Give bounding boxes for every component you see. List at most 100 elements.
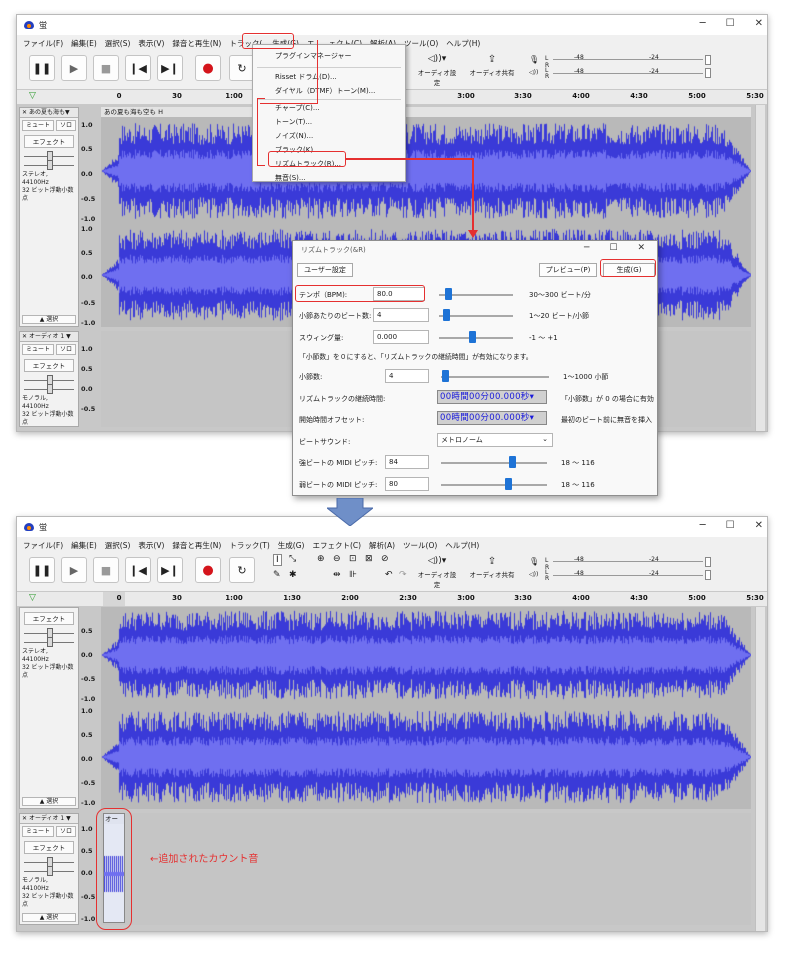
preview-button[interactable]: プレビュー(P)	[539, 263, 597, 277]
duration-time-control[interactable]: 00時間00分00.000秒▾	[437, 390, 547, 404]
timeline-ruler-2[interactable]: ▽ 0 30 1:00 1:30 2:00 2:30 3:00 3:30 4:0…	[17, 591, 767, 607]
effects-button-2[interactable]: エフェクト	[24, 359, 74, 372]
redo-icon[interactable]: ↷	[399, 570, 407, 580]
multi-tool-icon[interactable]: ✱	[289, 570, 297, 580]
waveform-track-1b[interactable]	[101, 607, 751, 809]
bars-slider-thumb[interactable]	[442, 370, 449, 382]
gain-slider-2b[interactable]	[24, 857, 74, 867]
play-button-2[interactable]: ▶	[61, 557, 87, 583]
envelope-tool-icon[interactable]: ⤡	[289, 554, 296, 564]
pause-button-2[interactable]: ❚❚	[29, 557, 55, 583]
skip-to-end-button[interactable]: ▶❙	[157, 55, 183, 81]
solo-button-2[interactable]: ソロ	[56, 344, 76, 355]
share-audio-button[interactable]: ⇪ オーディオ共有	[469, 54, 515, 77]
record-button-2[interactable]: ●	[195, 557, 221, 583]
menu-item-tone[interactable]: トーン(T)...	[275, 117, 312, 127]
pan-slider-2[interactable]	[24, 384, 74, 394]
close-button[interactable]: ✕	[755, 18, 763, 29]
beats-slider[interactable]	[439, 315, 513, 317]
weak-pitch-slider[interactable]	[441, 484, 547, 486]
menu-help[interactable]: ヘルプ(H)	[446, 38, 480, 49]
menu-file[interactable]: ファイル(F)	[23, 38, 63, 49]
track-name-menu-2b[interactable]: ✕ オーディオ 1 ▼	[20, 814, 78, 824]
stop-button-2[interactable]: ■	[93, 557, 119, 583]
track-name-menu-2[interactable]: ✕ オーディオ 1 ▼	[20, 332, 78, 342]
loop-button-2[interactable]: ↻	[229, 557, 255, 583]
mute-button[interactable]: ミュート	[22, 120, 54, 131]
menu-item-silence[interactable]: 無音(S)...	[275, 173, 306, 183]
vertical-scrollbar-2[interactable]	[755, 607, 765, 931]
strong-pitch-slider[interactable]	[441, 462, 547, 464]
selection-tool-icon[interactable]: I	[273, 554, 282, 566]
zoom-in-icon[interactable]: ⊕	[317, 554, 325, 564]
mute-button-2b[interactable]: ミュート	[22, 826, 54, 837]
user-settings-button[interactable]: ユーザー設定	[297, 263, 353, 277]
track-name-menu[interactable]: ✕ あの夏も海も▼	[20, 108, 78, 118]
swing-input[interactable]: 0.000	[373, 330, 429, 344]
dialog-close-button[interactable]: ✕	[637, 243, 645, 253]
select-button[interactable]: ▲ 選択	[22, 315, 76, 324]
menu-item-chirp[interactable]: チャープ(C)...	[275, 103, 320, 113]
weak-pitch-input[interactable]: 80	[385, 477, 429, 491]
mute-button-2[interactable]: ミュート	[22, 344, 54, 355]
draw-tool-icon[interactable]: ✎	[273, 570, 281, 580]
menu-select[interactable]: 選択(S)	[105, 38, 131, 49]
pan-slider-2b[interactable]	[24, 866, 74, 876]
maximize-button-2[interactable]: ☐	[726, 520, 735, 531]
pause-button[interactable]: ❚❚	[29, 55, 55, 81]
skip-to-start-button[interactable]: ❙◀	[125, 55, 151, 81]
select-button-1b[interactable]: ▲ 選択	[22, 797, 76, 806]
undo-icon[interactable]: ↶	[385, 570, 393, 580]
strong-pitch-input[interactable]: 84	[385, 455, 429, 469]
dialog-minimize-button[interactable]: ─	[584, 243, 589, 253]
gain-slider[interactable]	[24, 151, 74, 161]
beats-slider-thumb[interactable]	[443, 309, 450, 321]
share-audio-button-2[interactable]: ⇪ オーディオ共有	[469, 556, 515, 579]
minimize-button-2[interactable]: ─	[700, 520, 706, 531]
maximize-button[interactable]: ☐	[726, 18, 735, 29]
swing-slider[interactable]	[439, 337, 513, 339]
menu-view[interactable]: 表示(V)	[138, 38, 164, 49]
trim-icon[interactable]: ⇹	[333, 570, 341, 580]
bars-slider[interactable]	[441, 376, 549, 378]
strong-pitch-slider-thumb[interactable]	[509, 456, 516, 468]
play-button[interactable]: ▶	[61, 55, 87, 81]
stop-button[interactable]: ■	[93, 55, 119, 81]
clip-name[interactable]: あの夏も海も空も H	[101, 107, 751, 117]
zoom-out-icon[interactable]: ⊖	[333, 554, 341, 564]
solo-button[interactable]: ソロ	[56, 120, 76, 131]
gain-slider-2[interactable]	[24, 375, 74, 385]
effects-button[interactable]: エフェクト	[24, 135, 74, 148]
close-button-2[interactable]: ✕	[755, 520, 763, 531]
beats-input[interactable]: 4	[373, 308, 429, 322]
swing-slider-thumb[interactable]	[469, 331, 476, 343]
select-button-2b[interactable]: ▲ 選択	[22, 913, 76, 922]
audio-setup-button-2[interactable]: ◁))▾ オーディオ設定	[415, 556, 459, 589]
pan-slider[interactable]	[24, 160, 74, 170]
dialog-maximize-button[interactable]: ☐	[609, 243, 617, 253]
bars-input[interactable]: 4	[385, 369, 429, 383]
weak-pitch-slider-thumb[interactable]	[505, 478, 512, 490]
fit-project-icon[interactable]: ⊠	[365, 554, 373, 564]
menu-item-noise[interactable]: ノイズ(N)...	[275, 131, 313, 141]
pan-slider-1b[interactable]	[24, 637, 74, 647]
skip-to-end-button-2[interactable]: ▶❙	[157, 557, 183, 583]
effects-button-1b[interactable]: エフェクト	[24, 612, 74, 625]
play-head-triangle-2[interactable]: ▽	[29, 593, 36, 603]
gain-slider-1b[interactable]	[24, 628, 74, 638]
play-head-triangle[interactable]: ▽	[29, 91, 36, 101]
menu-tools[interactable]: ツール(O)	[404, 38, 438, 49]
fit-selection-icon[interactable]: ⊡	[349, 554, 357, 564]
record-button[interactable]: ●	[195, 55, 221, 81]
menu-edit[interactable]: 編集(E)	[71, 38, 97, 49]
solo-button-2b[interactable]: ソロ	[56, 826, 76, 837]
menu-transport[interactable]: 録音と再生(N)	[172, 38, 221, 49]
count-track-2b[interactable]: オー	[101, 813, 751, 925]
zoom-toggle-icon[interactable]: ⊘	[381, 554, 389, 564]
vertical-scrollbar[interactable]	[755, 105, 765, 431]
minimize-button[interactable]: ─	[700, 18, 706, 29]
effects-button-2b[interactable]: エフェクト	[24, 841, 74, 854]
tempo-slider-thumb[interactable]	[445, 288, 452, 300]
beat-sound-select[interactable]: メトロノーム ⌄	[437, 433, 553, 447]
silence-icon[interactable]: ⊪	[349, 570, 357, 580]
